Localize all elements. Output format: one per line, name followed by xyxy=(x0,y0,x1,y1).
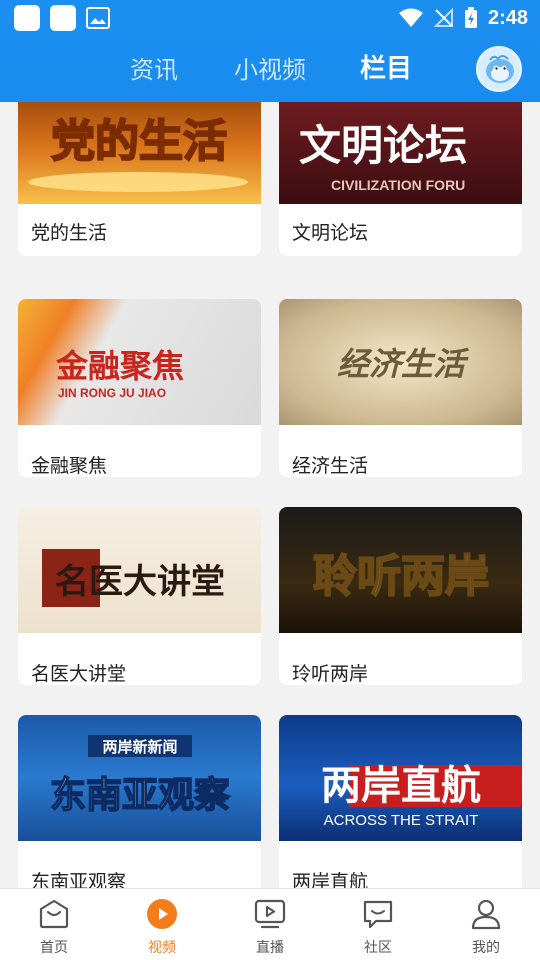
program-thumbnail: 文明论坛 CIVILIZATION FORU xyxy=(279,102,522,204)
bottom-nav-bar: 首页 视频 直播 社区 我的 xyxy=(0,888,540,960)
nav-live-label: 直播 xyxy=(256,940,284,956)
nav-home[interactable]: 首页 xyxy=(14,897,94,957)
video-play-icon xyxy=(147,899,177,929)
program-thumbnail: 聆听两岸 xyxy=(279,507,522,633)
program-banner-text: 经济生活 xyxy=(337,345,470,383)
status-bar: 2:48 xyxy=(0,0,540,36)
notification-app-icon xyxy=(50,5,76,31)
program-thumbnail: 党的生活 xyxy=(18,102,261,204)
notification-app-icon xyxy=(14,5,40,31)
nav-home-label: 首页 xyxy=(40,940,68,956)
program-card[interactable]: 聆听两岸 玲听两岸 xyxy=(279,507,522,685)
community-chat-icon xyxy=(363,900,393,929)
tab-columns[interactable]: 栏目 xyxy=(360,48,412,85)
program-grid: 党的生活 党的生活 文明论坛 CIVILIZATION FORU 文明论坛 金融… xyxy=(0,102,540,888)
program-banner-text: 东南亚观察 xyxy=(50,775,230,816)
program-thumbnail: 两岸直航 ACROSS THE STRAIT xyxy=(279,715,522,841)
home-icon xyxy=(39,899,69,929)
program-thumbnail: 金融聚焦 JIN RONG JU JIAO xyxy=(18,299,261,425)
program-banner-text: 党的生活 xyxy=(51,116,227,167)
nav-live[interactable]: 直播 xyxy=(230,897,310,957)
program-banner-subtitle: JIN RONG JU JIAO xyxy=(58,386,166,400)
program-banner-text: 两岸直航 xyxy=(321,763,481,809)
nav-video[interactable]: 视频 xyxy=(122,897,202,957)
program-thumbnail: 经济生活 xyxy=(279,299,522,425)
tab-news[interactable]: 资讯 xyxy=(130,50,178,85)
program-banner-text: 聆听两岸 xyxy=(313,551,489,602)
live-tv-icon xyxy=(254,899,286,929)
program-banner-subtitle: ACROSS THE STRAIT xyxy=(324,812,479,829)
program-title: 文明论坛 xyxy=(292,222,369,244)
top-tab-bar: 资讯 小视频 栏目 xyxy=(0,36,540,102)
program-title: 玲听两岸 xyxy=(292,663,369,685)
profile-icon xyxy=(471,899,501,930)
program-thumbnail: 名医大讲堂 xyxy=(18,507,261,633)
program-banner-text: 名医大讲堂 xyxy=(55,562,225,602)
program-banner-subtitle: 两岸新新闻 xyxy=(102,738,177,756)
program-banner-text: 金融聚焦 xyxy=(55,347,184,385)
gallery-notification-icon xyxy=(86,7,110,29)
program-title: 经济生活 xyxy=(292,455,369,477)
program-card[interactable]: 党的生活 党的生活 xyxy=(18,102,261,256)
program-title: 两岸直航 xyxy=(292,871,369,888)
mascot-avatar-icon xyxy=(478,48,520,90)
program-card[interactable]: 金融聚焦 JIN RONG JU JIAO 金融聚焦 xyxy=(18,299,261,477)
battery-charging-icon xyxy=(464,7,477,28)
program-thumbnail: 两岸新新闻 东南亚观察 xyxy=(18,715,261,841)
nav-video-label: 视频 xyxy=(148,940,176,956)
status-time: 2:48 xyxy=(487,6,528,29)
program-banner-text: 文明论坛 xyxy=(299,121,467,170)
program-title: 东南亚观察 xyxy=(31,871,127,888)
program-card[interactable]: 经济生活 经济生活 xyxy=(279,299,522,477)
user-avatar[interactable] xyxy=(476,46,522,92)
tab-short-video[interactable]: 小视频 xyxy=(234,50,306,85)
nav-profile[interactable]: 我的 xyxy=(446,897,526,957)
top-header: 2:48 资讯 小视频 栏目 xyxy=(0,0,540,102)
program-title: 名医大讲堂 xyxy=(31,663,127,685)
program-banner-subtitle: CIVILIZATION FORU xyxy=(331,177,465,193)
nav-community-label: 社区 xyxy=(364,940,392,956)
program-card[interactable]: 两岸直航 ACROSS THE STRAIT 两岸直航 xyxy=(279,715,522,888)
program-title: 党的生活 xyxy=(31,222,108,244)
program-card[interactable]: 两岸新新闻 东南亚观察 东南亚观察 xyxy=(18,715,261,888)
program-title: 金融聚焦 xyxy=(31,455,108,477)
wifi-icon xyxy=(398,8,423,27)
no-signal-icon xyxy=(433,8,453,27)
nav-profile-label: 我的 xyxy=(472,940,500,956)
program-card[interactable]: 名医大讲堂 名医大讲堂 xyxy=(18,507,261,685)
nav-community[interactable]: 社区 xyxy=(338,897,418,957)
program-card[interactable]: 文明论坛 CIVILIZATION FORU 文明论坛 xyxy=(279,102,522,256)
